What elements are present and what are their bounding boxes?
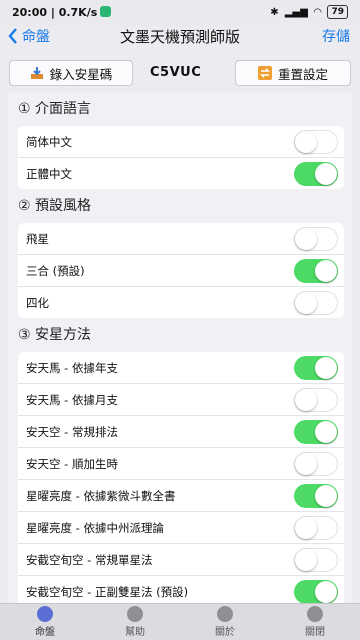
info-icon [217,606,233,622]
setting-label: 正體中文 [26,166,72,181]
setting-row: 正體中文 [18,158,344,189]
action-bar: 錄入安星碼 C5VUC 重置設定 [0,56,360,92]
setting-label: 飛星 [26,231,49,246]
toggle-knob [315,580,337,603]
setting-label: 安天馬 - 依據月支 [26,392,118,407]
section-header: ③ 安星方法 [18,327,92,343]
setting-row: 安天馬 - 依據年支 [18,352,344,384]
reset-settings-button[interactable]: 重置設定 [235,60,351,86]
setting-toggle[interactable] [294,387,338,412]
tab-label: 關於 [215,627,235,638]
setting-label: 安截空旬空 - 常規單星法 [26,552,153,567]
setting-row: 简体中文 [18,126,344,158]
setting-row: 星曜亮度 - 依據紫微斗數全書 [18,480,344,512]
setting-toggle[interactable] [294,547,338,572]
tab-eye[interactable]: 命盤 [0,604,90,640]
setting-toggle[interactable] [294,355,338,380]
eye-icon [37,606,53,622]
setting-toggle[interactable] [294,226,338,251]
back-label: 命盤 [22,29,50,45]
setting-row: 安截空旬空 - 常規單星法 [18,544,344,576]
import-icon [30,67,43,79]
setting-toggle[interactable] [294,290,338,315]
import-code-button[interactable]: 錄入安星碼 [9,60,133,86]
chevron-left-icon [8,28,17,44]
setting-row: 安天空 - 順加生時 [18,448,344,480]
setting-toggle[interactable] [294,129,338,154]
setting-row: 安天馬 - 依據月支 [18,384,344,416]
toggle-knob [315,259,337,282]
back-button[interactable]: 命盤 [8,26,50,46]
notification-icon [100,6,112,17]
reset-label: 重置設定 [277,66,328,82]
tab-info[interactable]: 關於 [180,604,270,640]
setting-toggle[interactable] [294,515,338,540]
close-icon [307,606,323,622]
star-code: C5VUC [150,65,202,80]
toggle-knob [295,130,317,153]
toggle-knob [295,291,317,314]
setting-label: 安天空 - 順加生時 [26,456,118,471]
tab-close[interactable]: 關閉 [270,604,360,640]
setting-label: 安天馬 - 依據年支 [26,360,118,375]
help-icon [127,606,143,622]
setting-label: 星曜亮度 - 依據紫微斗數全書 [26,488,176,503]
settings-group: 安天馬 - 依據年支 安天馬 - 依據月支 安天空 - 常規排法 安天空 - 順加生時… [18,352,344,604]
toggle-knob [295,516,317,539]
setting-toggle[interactable] [294,258,338,283]
tab-help[interactable]: 幫助 [90,604,180,640]
status-time-speed: 20:00 | 0.7K/s [12,6,112,19]
toggle-knob [315,356,337,379]
nav-bar: 文墨天機預測師版 命盤 存儲 [0,26,360,50]
setting-label: 简体中文 [26,134,72,149]
setting-label: 三合 (預設) [26,263,85,278]
settings-group: 简体中文 正體中文 [18,126,344,189]
section-header: ① 介面語言 [18,101,92,117]
toggle-knob [315,162,337,185]
toggle-knob [295,227,317,250]
setting-toggle[interactable] [294,419,338,444]
settings-list[interactable]: ① 介面語言简体中文正體中文 ② 預設風格飛星三合 (預設) 四化 ③ 安星方法安天馬… [8,92,352,604]
import-label: 錄入安星碼 [49,66,113,82]
save-button[interactable]: 存儲 [322,26,350,46]
setting-label: 安截空旬空 - 正副雙星法 (預設) [26,584,189,599]
setting-label: 安天空 - 常規排法 [26,424,118,439]
toggle-knob [315,484,337,507]
battery-icon: 79 [327,5,348,19]
setting-toggle[interactable] [294,483,338,508]
tab-label: 命盤 [35,627,55,638]
setting-label: 星曜亮度 - 依據中州派理論 [26,520,164,535]
setting-label: 四化 [26,295,49,310]
setting-toggle[interactable] [294,161,338,186]
status-icons: ✱ ▂▄▆ ◠ 79 [270,5,348,19]
wifi-icon: ◠ [313,6,322,18]
tab-label: 幫助 [125,627,145,638]
status-bar: 20:00 | 0.7K/s ✱ ▂▄▆ ◠ 79 [0,0,360,26]
tab-bar: 命盤 幫助 關於 關閉 [0,603,360,640]
setting-toggle[interactable] [294,451,338,476]
toggle-knob [295,388,317,411]
bluetooth-icon: ✱ [270,6,279,18]
setting-row: 星曜亮度 - 依據中州派理論 [18,512,344,544]
toggle-knob [295,548,317,571]
toggle-knob [295,452,317,475]
tab-label: 關閉 [305,627,325,638]
setting-row: 飛星 [18,223,344,255]
setting-row: 安天空 - 常規排法 [18,416,344,448]
setting-toggle[interactable] [294,579,338,604]
setting-row: 三合 (預設) [18,255,344,287]
section-header: ② 預設風格 [18,198,92,214]
page-title: 文墨天機預測師版 [119,28,240,46]
setting-row: 安截空旬空 - 正副雙星法 (預設) [18,576,344,604]
signal-icon: ▂▄▆ [284,6,308,18]
settings-group: 飛星三合 (預設) 四化 [18,223,344,318]
setting-row: 四化 [18,287,344,318]
reset-icon [257,66,272,80]
toggle-knob [315,420,337,443]
